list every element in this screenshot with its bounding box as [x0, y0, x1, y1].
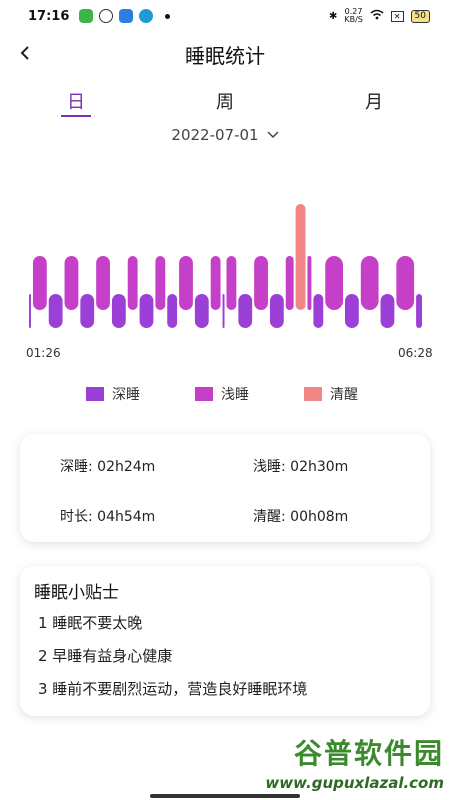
legend-label-deep: 深睡 [112, 387, 140, 403]
legend-swatch-awake [304, 387, 322, 401]
sleep-segment-4 [80, 294, 95, 328]
tab-day[interactable]: 日 [46, 88, 106, 114]
legend-label-light: 浅睡 [221, 387, 249, 403]
date-value: 2022-07-01 [171, 126, 259, 144]
sleep-segment-19 [285, 256, 294, 310]
tips-title: 睡眠小贴士 [34, 583, 119, 603]
active-tab-indicator [61, 115, 91, 117]
sleep-segment-14 [222, 294, 225, 328]
wifi-icon [370, 9, 384, 23]
x-axis-end-label: 06:28 [398, 346, 433, 360]
sleep-segment-5 [96, 256, 110, 310]
qq-icon [99, 9, 114, 23]
battery-icon: 50 [410, 9, 430, 23]
date-picker[interactable]: 2022-07-01 [171, 126, 279, 144]
stat-deep-sleep: 深睡: 02h24m [60, 459, 156, 475]
sim-icon: ✕ [390, 10, 404, 22]
browser-icon [139, 9, 154, 23]
sleep-segment-22 [313, 294, 324, 328]
sleep-segment-18 [269, 294, 284, 328]
sleep-segment-0 [29, 294, 31, 328]
sleep-segment-3 [64, 256, 79, 310]
status-time: 17:16 [28, 8, 70, 24]
sleep-segment-15 [226, 256, 237, 310]
sleep-segment-8 [139, 294, 154, 328]
sleep-segment-10 [167, 294, 178, 328]
legend-item-awake: 清醒 [304, 384, 358, 404]
legend-swatch-deep [86, 387, 104, 401]
sleep-segment-7 [127, 256, 138, 310]
date-row: 2022-07-01 [0, 126, 450, 144]
sleep-segment-27 [396, 256, 415, 310]
bluetooth-icon: ✱ [328, 10, 338, 22]
sleep-segment-23 [325, 256, 343, 310]
tip-item: 2 早睡有益身心健康 [38, 647, 173, 665]
chart-legend: 深睡 浅睡 清醒 [0, 384, 450, 404]
stat-light-sleep: 浅睡: 02h30m [253, 459, 349, 475]
sleep-segment-17 [254, 256, 268, 310]
period-tabs: 日 周 月 [0, 88, 450, 118]
stat-duration: 时长: 04h54m [60, 509, 156, 525]
legend-item-deep: 深睡 [86, 384, 140, 404]
sleep-segment-12 [194, 294, 209, 328]
sleep-stats-card: 深睡: 02h24m 浅睡: 02h30m 时长: 04h54m 清醒: 00h… [20, 434, 430, 542]
sleep-segment-28 [416, 294, 422, 328]
wechat-icon [79, 9, 94, 23]
sleep-segment-6 [111, 294, 126, 328]
legend-swatch-light [195, 387, 213, 401]
page-title: 睡眠统计 [185, 44, 265, 68]
sleep-segment-1 [32, 256, 47, 310]
notification-dot-icon [165, 13, 171, 19]
tip-item: 1 睡眠不要太晚 [38, 614, 143, 632]
watermark-logo-text: 谷普软件园 [293, 737, 444, 770]
home-indicator[interactable] [150, 794, 300, 798]
speed-unit: KB/S [344, 15, 363, 24]
sleep-segment-11 [179, 256, 193, 310]
watermark-url: www.gupuxlazal.com [265, 774, 444, 792]
tab-week[interactable]: 周 [195, 88, 255, 114]
message-icon [119, 9, 134, 23]
network-speed: 0.27 KB/S [344, 8, 363, 24]
stat-awake: 清醒: 00h08m [253, 509, 349, 525]
sleep-segment-9 [155, 256, 166, 310]
sleep-segment-25 [360, 256, 379, 310]
sleep-tips-card: 睡眠小贴士 1 睡眠不要太晚 2 早睡有益身心健康 3 睡前不要剧烈运动，营造良… [20, 566, 430, 716]
sleep-segment-16 [238, 294, 253, 328]
sleep-segment-2 [48, 294, 63, 328]
chevron-down-icon [267, 131, 279, 139]
legend-item-light: 浅睡 [195, 384, 249, 404]
sleep-segment-13 [210, 256, 221, 310]
app-header: 睡眠统计 [0, 36, 450, 72]
site-watermark: 谷普软件园 www.gupuxlazal.com [250, 732, 450, 800]
status-bar: 17:16 ✱ 0.27 KB/S ✕ 50 [0, 0, 450, 32]
sleep-segment-20 [295, 204, 306, 310]
sleep-segment-24 [345, 294, 359, 328]
sleep-segment-21 [307, 256, 312, 310]
tip-item: 3 睡前不要剧烈运动，营造良好睡眠环境 [38, 680, 308, 698]
tab-month[interactable]: 月 [344, 88, 404, 114]
sleep-stage-chart [29, 204, 422, 328]
sleep-segment-26 [380, 294, 395, 328]
legend-label-awake: 清醒 [330, 387, 358, 403]
x-axis-start-label: 01:26 [26, 346, 61, 360]
